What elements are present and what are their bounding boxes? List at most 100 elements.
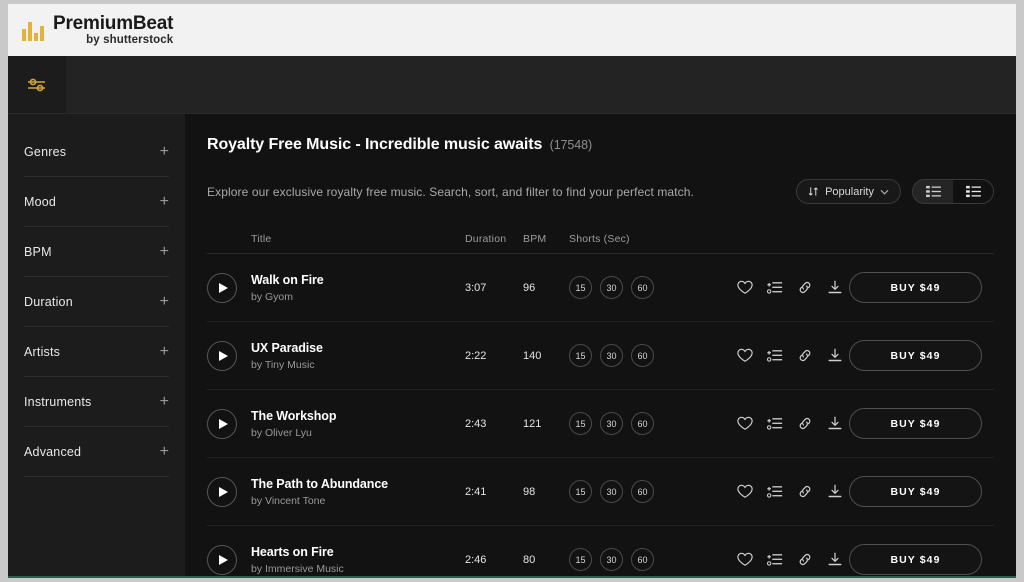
track-title[interactable]: The Path to Abundance: [251, 477, 465, 491]
action-icons: [737, 552, 849, 567]
add-to-playlist-icon[interactable]: [767, 552, 783, 567]
buy-button[interactable]: BUY $49: [849, 476, 982, 507]
shorts-cell: 15 30 60: [569, 276, 737, 299]
short-pill-60[interactable]: 60: [631, 412, 654, 435]
download-icon[interactable]: [827, 280, 843, 295]
list-controls: Popularity: [796, 179, 994, 204]
heart-icon[interactable]: [737, 348, 753, 363]
table-row[interactable]: Walk on Fire by Gyom 3:07 96 15 30 60: [207, 254, 994, 322]
download-icon[interactable]: [827, 552, 843, 567]
play-button[interactable]: [207, 273, 237, 303]
track-artist[interactable]: by Tiny Music: [251, 359, 465, 371]
track-title[interactable]: Walk on Fire: [251, 273, 465, 287]
view-toggle-compact[interactable]: [953, 180, 993, 203]
logo-bars-icon: [22, 20, 44, 41]
track-bpm: 98: [523, 486, 569, 498]
link-icon[interactable]: [797, 552, 813, 567]
track-bpm: 80: [523, 554, 569, 566]
column-header-title: Title: [251, 233, 465, 245]
add-to-playlist-icon[interactable]: [767, 280, 783, 295]
add-to-playlist-icon[interactable]: [767, 484, 783, 499]
table-row[interactable]: The Workshop by Oliver Lyu 2:43 121 15 3…: [207, 390, 994, 458]
buy-button[interactable]: BUY $49: [849, 408, 982, 439]
short-pill-60[interactable]: 60: [631, 480, 654, 503]
track-duration: 2:46: [465, 554, 523, 566]
main-content: Royalty Free Music - Incredible music aw…: [185, 114, 1016, 578]
heart-icon[interactable]: [737, 280, 753, 295]
short-pill-15[interactable]: 15: [569, 548, 592, 571]
results-count: (17548): [550, 138, 592, 152]
heart-icon[interactable]: [737, 416, 753, 431]
short-pill-15[interactable]: 15: [569, 412, 592, 435]
short-pill-15[interactable]: 15: [569, 480, 592, 503]
play-button[interactable]: [207, 409, 237, 439]
play-icon: [219, 555, 228, 565]
play-button[interactable]: [207, 477, 237, 507]
track-title[interactable]: UX Paradise: [251, 341, 465, 355]
buy-button[interactable]: BUY $49: [849, 340, 982, 371]
short-pill-60[interactable]: 60: [631, 548, 654, 571]
column-header-shorts: Shorts (Sec): [569, 233, 737, 245]
heart-icon[interactable]: [737, 552, 753, 567]
link-icon[interactable]: [797, 280, 813, 295]
view-toggle-list[interactable]: [913, 180, 953, 203]
expand-plus-icon: +: [160, 244, 169, 260]
sidebar-item-instruments[interactable]: Instruments +: [24, 377, 169, 427]
page-frame: PremiumBeat by shutterstock: [8, 4, 1016, 578]
track-artist[interactable]: by Gyom: [251, 291, 465, 303]
play-button[interactable]: [207, 545, 237, 575]
sidebar-item-artists[interactable]: Artists +: [24, 327, 169, 377]
download-icon[interactable]: [827, 484, 843, 499]
track-artist[interactable]: by Immersive Music: [251, 563, 465, 575]
sidebar-item-bpm[interactable]: BPM +: [24, 227, 169, 277]
track-duration: 2:22: [465, 350, 523, 362]
link-icon[interactable]: [797, 484, 813, 499]
short-pill-30[interactable]: 30: [600, 480, 623, 503]
track-artist[interactable]: by Vincent Tone: [251, 495, 465, 507]
compact-list-view-icon: [966, 185, 981, 198]
filter-toggle-button[interactable]: [8, 56, 66, 113]
buy-button[interactable]: BUY $49: [849, 544, 982, 575]
brand-logo[interactable]: PremiumBeat by shutterstock: [22, 14, 173, 47]
sidebar-item-duration[interactable]: Duration +: [24, 277, 169, 327]
logo-bar: PremiumBeat by shutterstock: [8, 4, 1016, 56]
sidebar-item-genres[interactable]: Genres +: [24, 127, 169, 177]
sidebar-item-advanced[interactable]: Advanced +: [24, 427, 169, 477]
column-header-duration: Duration: [465, 233, 523, 245]
shorts-group: 15 30 60: [569, 276, 737, 299]
buy-button[interactable]: BUY $49: [849, 272, 982, 303]
body-row: Genres + Mood + BPM + Duration + Artists: [8, 114, 1016, 578]
track-duration: 2:43: [465, 418, 523, 430]
short-pill-60[interactable]: 60: [631, 276, 654, 299]
page-title-text: Royalty Free Music - Incredible music aw…: [207, 136, 542, 153]
short-pill-30[interactable]: 30: [600, 344, 623, 367]
link-icon[interactable]: [797, 348, 813, 363]
short-pill-30[interactable]: 30: [600, 276, 623, 299]
short-pill-30[interactable]: 30: [600, 548, 623, 571]
table-row[interactable]: Hearts on Fire by Immersive Music 2:46 8…: [207, 526, 994, 578]
track-title[interactable]: The Workshop: [251, 409, 465, 423]
short-pill-60[interactable]: 60: [631, 344, 654, 367]
add-to-playlist-icon[interactable]: [767, 416, 783, 431]
expand-plus-icon: +: [160, 344, 169, 360]
table-row[interactable]: UX Paradise by Tiny Music 2:22 140 15 30…: [207, 322, 994, 390]
short-pill-15[interactable]: 15: [569, 344, 592, 367]
table-row[interactable]: The Path to Abundance by Vincent Tone 2:…: [207, 458, 994, 526]
download-icon[interactable]: [827, 348, 843, 363]
track-title[interactable]: Hearts on Fire: [251, 545, 465, 559]
sidebar-item-mood[interactable]: Mood +: [24, 177, 169, 227]
heart-icon[interactable]: [737, 484, 753, 499]
expand-plus-icon: +: [160, 444, 169, 460]
top-nav-bar: [8, 56, 1016, 114]
track-duration: 3:07: [465, 282, 523, 294]
track-artist[interactable]: by Oliver Lyu: [251, 427, 465, 439]
play-button[interactable]: [207, 341, 237, 371]
download-icon[interactable]: [827, 416, 843, 431]
short-pill-15[interactable]: 15: [569, 276, 592, 299]
short-pill-30[interactable]: 30: [600, 412, 623, 435]
add-to-playlist-icon[interactable]: [767, 348, 783, 363]
link-icon[interactable]: [797, 416, 813, 431]
title-cell: Walk on Fire by Gyom: [251, 273, 465, 303]
shorts-group: 15 30 60: [569, 548, 737, 571]
sort-dropdown[interactable]: Popularity: [796, 179, 901, 204]
